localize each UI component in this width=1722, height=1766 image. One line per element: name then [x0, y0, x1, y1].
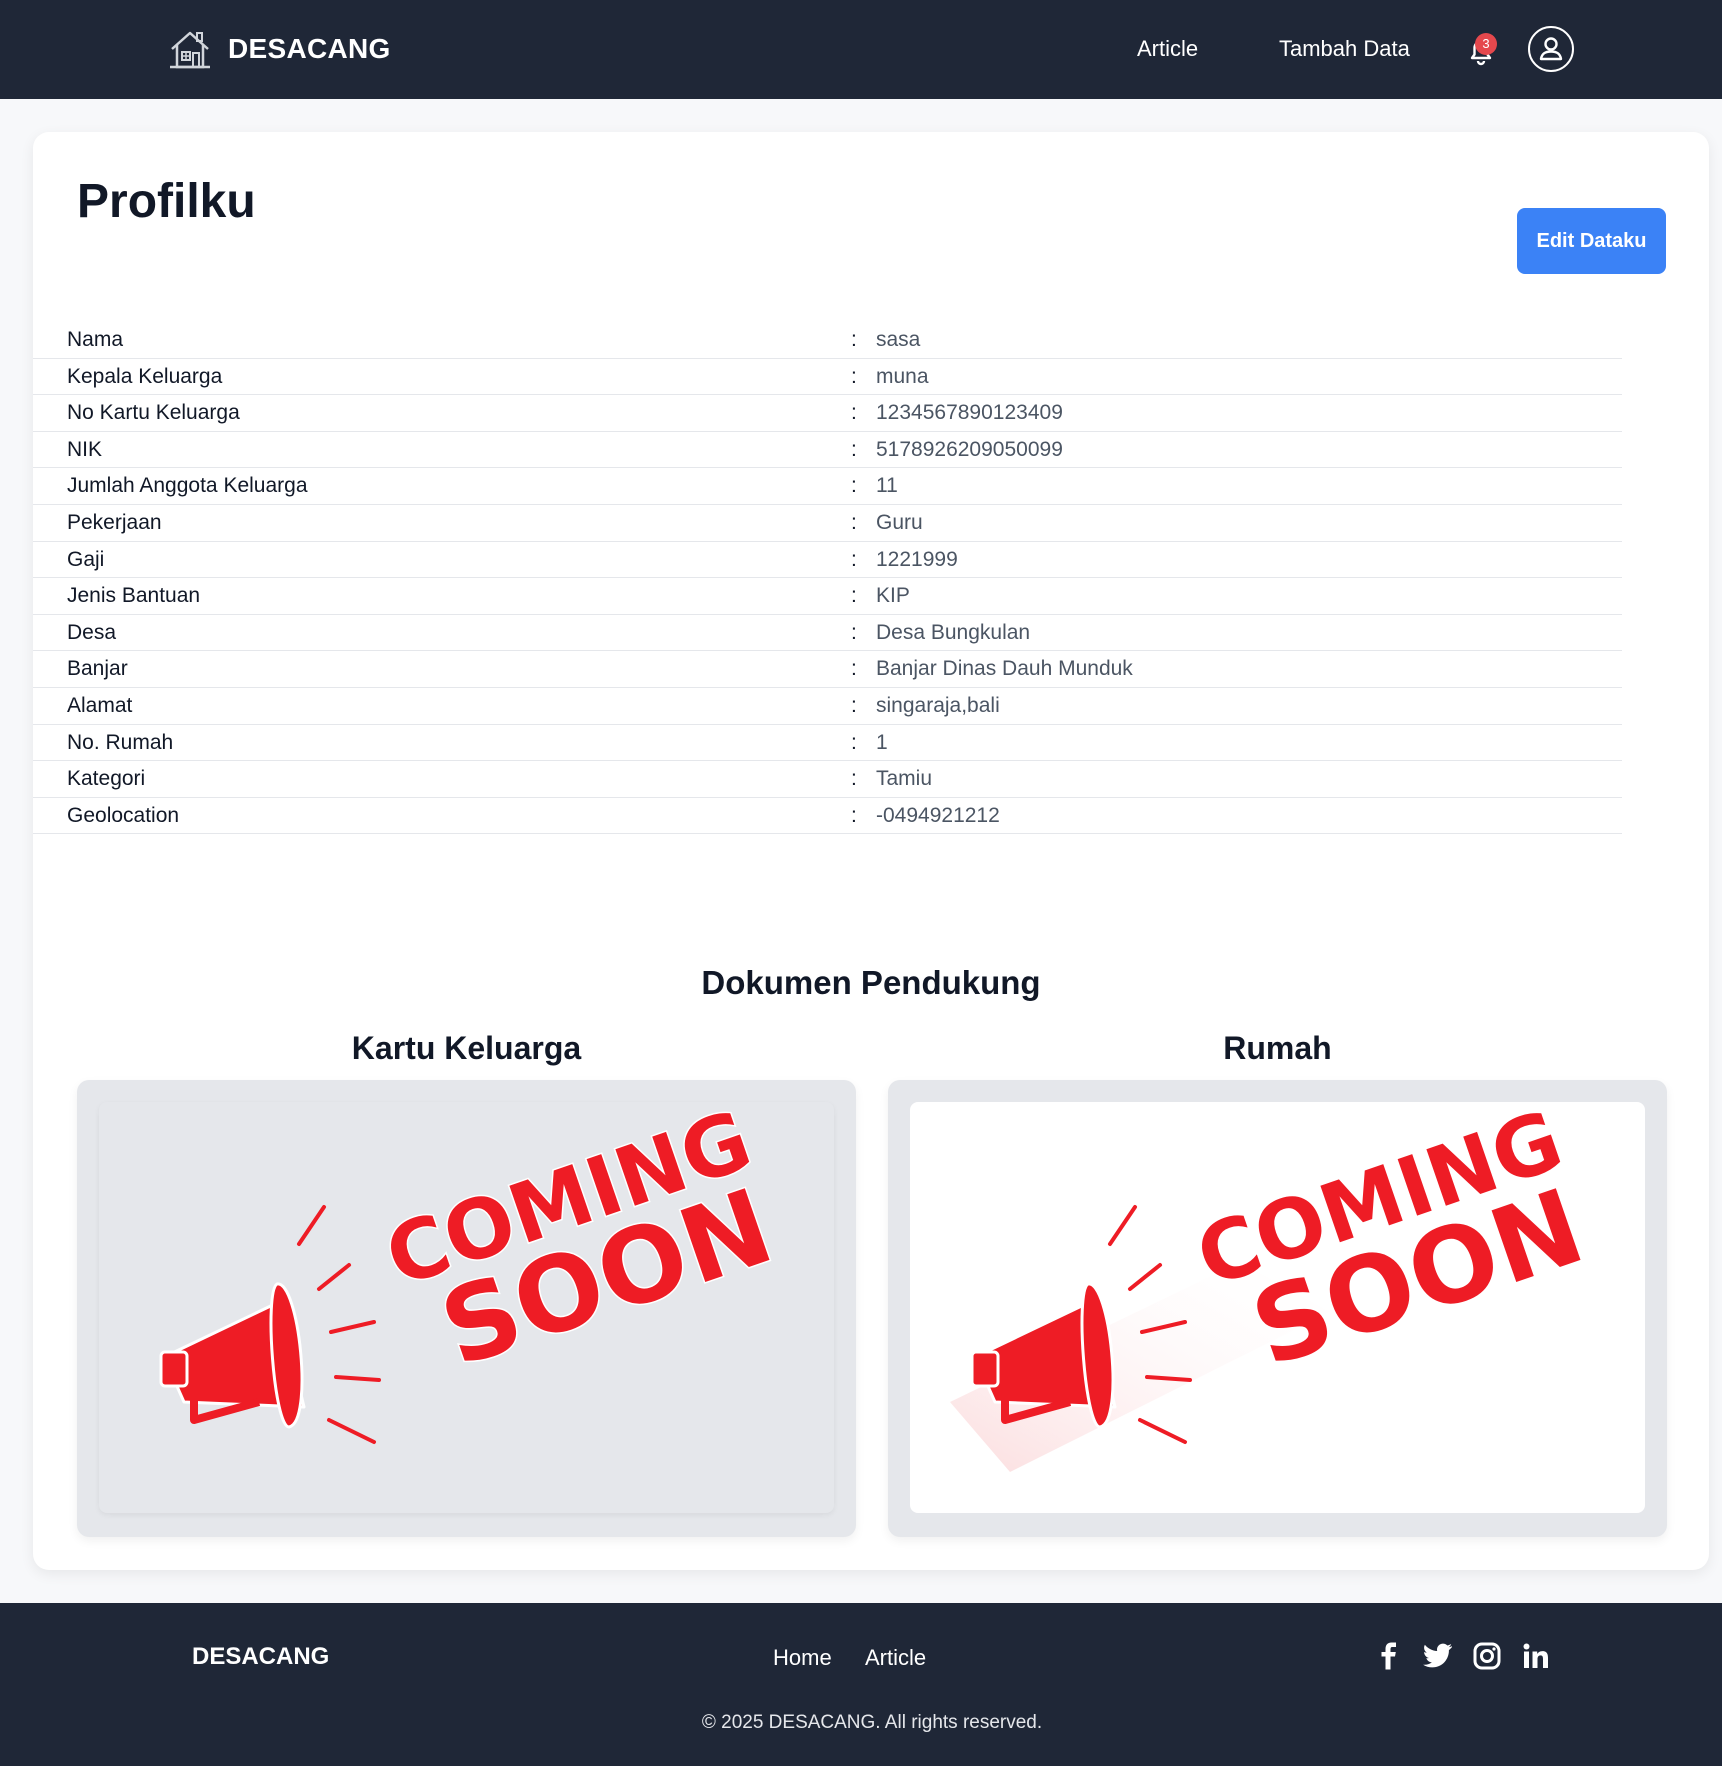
field-label: Pekerjaan [67, 510, 162, 534]
field-separator: : [851, 510, 857, 534]
linkedin-icon[interactable] [1521, 1641, 1551, 1671]
instagram-icon[interactable] [1472, 1641, 1502, 1671]
field-value: 5178926209050099 [876, 437, 1063, 461]
field-separator: : [851, 364, 857, 388]
document-frame: COMING SOON [888, 1080, 1667, 1537]
footer-link-article[interactable]: Article [865, 1645, 926, 1671]
table-row: No. Rumah : 1 [33, 725, 1622, 762]
field-label: Desa [67, 620, 117, 644]
field-value: singaraja,bali [876, 693, 1000, 717]
footer-link-home[interactable]: Home [773, 1645, 832, 1671]
coming-soon-image[interactable]: COMING SOON [99, 1102, 834, 1513]
field-label: No. Rumah [67, 730, 174, 754]
table-row: NIK : 5178926209050099 [33, 432, 1622, 469]
field-label: Gaji [67, 547, 105, 571]
field-separator: : [851, 730, 857, 754]
user-icon [1539, 37, 1563, 61]
field-value: 11 [876, 474, 898, 498]
brand-name: DESACANG [228, 33, 391, 64]
twitter-icon[interactable] [1423, 1641, 1453, 1671]
field-value: 1 [876, 730, 888, 754]
field-label: Nama [67, 328, 124, 351]
field-separator: : [851, 803, 857, 827]
document-kartu-keluarga: Kartu Keluarga COMING SOON [77, 1028, 856, 1537]
coming-soon-image[interactable]: COMING SOON [910, 1102, 1645, 1513]
facebook-icon[interactable] [1374, 1641, 1404, 1671]
table-row: Geolocation : -0494921212 [33, 798, 1622, 835]
footer: DESACANG Home Article © 2025 DESACANG. A… [0, 1603, 1722, 1766]
table-row: Nama : sasa [33, 322, 1622, 359]
field-separator: : [851, 328, 857, 351]
field-value: sasa [876, 328, 921, 351]
field-value: Desa Bungkulan [876, 620, 1031, 644]
field-label: Kepala Keluarga [67, 364, 223, 388]
nav-link-article[interactable]: Article [1137, 36, 1198, 62]
field-separator: : [851, 767, 857, 791]
table-row: Gaji : 1221999 [33, 542, 1622, 579]
field-separator: : [851, 437, 857, 461]
field-label: Geolocation [67, 803, 180, 827]
field-value: KIP [876, 584, 910, 608]
document-title: Kartu Keluarga [351, 1030, 582, 1066]
field-label: Jumlah Anggota Keluarga [67, 474, 308, 498]
table-row: Jumlah Anggota Keluarga : 11 [33, 468, 1622, 505]
field-label: Alamat [67, 693, 133, 717]
table-row: Jenis Bantuan : KIP [33, 578, 1622, 615]
field-separator: : [851, 620, 857, 644]
table-row: Pekerjaan : Guru [33, 505, 1622, 542]
field-value: 1234567890123409 [876, 401, 1063, 425]
brand-link[interactable]: DESACANG [168, 26, 391, 72]
field-label: Banjar [67, 657, 128, 681]
document-frame: COMING SOON [77, 1080, 856, 1537]
field-separator: : [851, 401, 857, 425]
documents-section-title: Dokumen Pendukung [701, 964, 1041, 1001]
field-value: Tamiu [876, 767, 933, 791]
profile-card: Profilku Edit Dataku Nama : sasa Kepala … [33, 132, 1709, 1570]
copyright-text: © 2025 DESACANG. All rights reserved. [701, 1712, 1043, 1733]
edit-dataku-button[interactable]: Edit Dataku [1517, 208, 1666, 274]
table-row: Kategori : Tamiu [33, 761, 1622, 798]
field-label: NIK [67, 437, 103, 461]
field-separator: : [851, 657, 857, 681]
table-row: No Kartu Keluarga : 1234567890123409 [33, 395, 1622, 432]
field-separator: : [851, 693, 857, 717]
field-label: No Kartu Keluarga [67, 401, 240, 425]
field-separator: : [851, 584, 857, 608]
nav-link-tambah-data[interactable]: Tambah Data [1279, 36, 1410, 62]
table-row: Alamat : singaraja,bali [33, 688, 1622, 725]
page-title: Profilku [77, 175, 256, 228]
field-label: Kategori [67, 767, 146, 791]
field-value: Guru [876, 510, 923, 534]
document-rumah: Rumah COMING SOON [888, 1028, 1667, 1537]
notification-badge: 3 [1475, 33, 1497, 55]
table-row: Desa : Desa Bungkulan [33, 615, 1622, 652]
field-value: muna [876, 364, 929, 388]
field-value: -0494921212 [876, 803, 1000, 827]
field-separator: : [851, 547, 857, 571]
house-icon [168, 27, 212, 71]
table-row: Banjar : Banjar Dinas Dauh Munduk [33, 651, 1622, 688]
table-row: Kepala Keluarga : muna [33, 359, 1622, 396]
field-separator: : [851, 474, 857, 498]
field-value: Banjar Dinas Dauh Munduk [876, 657, 1133, 681]
profile-info-table: Nama : sasa Kepala Keluarga : muna No Ka… [33, 322, 1622, 835]
footer-brand: DESACANG [192, 1643, 330, 1670]
top-navbar: DESACANG Article Tambah Data 3 [0, 0, 1722, 99]
field-label: Jenis Bantuan [67, 584, 201, 608]
user-avatar-button[interactable] [1528, 26, 1574, 72]
document-title: Rumah [1223, 1030, 1332, 1066]
field-value: 1221999 [876, 547, 958, 571]
